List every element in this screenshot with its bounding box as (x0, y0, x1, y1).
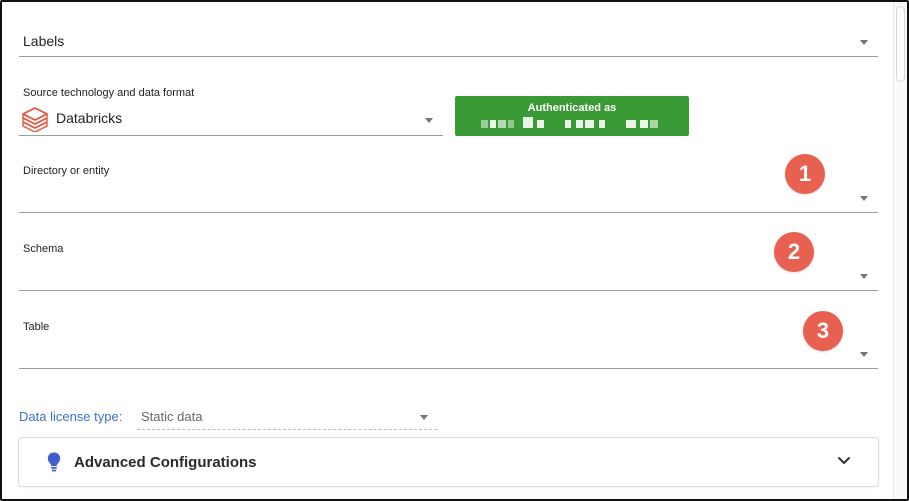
databricks-icon (22, 107, 48, 132)
labels-select-value: Labels (23, 33, 65, 49)
step-badge-3: 3 (803, 311, 843, 351)
step-badge-2: 2 (774, 232, 814, 272)
dropdown-arrow-icon[interactable] (860, 40, 868, 45)
data-license-value: Static data (141, 409, 203, 424)
authenticated-badge: Authenticated as (455, 96, 689, 136)
lightbulb-icon (47, 452, 61, 472)
dropdown-arrow-icon[interactable] (425, 118, 433, 123)
advanced-configurations-panel[interactable]: Advanced Configurations (18, 437, 879, 487)
data-license-label: Data license type: (19, 409, 123, 424)
schema-label: Schema (23, 243, 64, 255)
dropdown-arrow-icon[interactable] (860, 352, 868, 357)
table-label: Table (23, 321, 50, 333)
field-underline (19, 290, 878, 291)
dropdown-arrow-icon[interactable] (420, 415, 428, 420)
authenticated-title: Authenticated as (527, 102, 617, 114)
directory-label: Directory or entity (23, 165, 110, 177)
labels-select[interactable]: Labels (19, 24, 878, 57)
field-underline (137, 429, 437, 430)
form-panel: Labels Source technology and data format… (0, 0, 909, 501)
chevron-down-icon[interactable] (837, 456, 851, 466)
field-underline (19, 368, 878, 369)
directory-select[interactable]: Directory or entity (19, 162, 878, 213)
data-license-select[interactable]: Static data (137, 405, 437, 430)
dropdown-arrow-icon[interactable] (860, 274, 868, 279)
source-technology-value: Databricks (56, 110, 123, 126)
dropdown-arrow-icon[interactable] (860, 196, 868, 201)
table-select[interactable]: Table (19, 318, 878, 369)
schema-select[interactable]: Schema (19, 240, 878, 291)
step-badge-1: 1 (785, 154, 825, 194)
advanced-configurations-title: Advanced Configurations (74, 454, 257, 471)
field-underline (19, 135, 443, 136)
field-underline (19, 56, 878, 57)
scrollbar-thumb[interactable] (896, 6, 905, 82)
source-technology-label: Source technology and data format (23, 87, 195, 99)
scrollbar[interactable] (893, 2, 907, 499)
redacted-username (481, 117, 671, 129)
source-technology-select[interactable]: Source technology and data format Databr… (19, 84, 443, 136)
field-underline (19, 212, 878, 213)
